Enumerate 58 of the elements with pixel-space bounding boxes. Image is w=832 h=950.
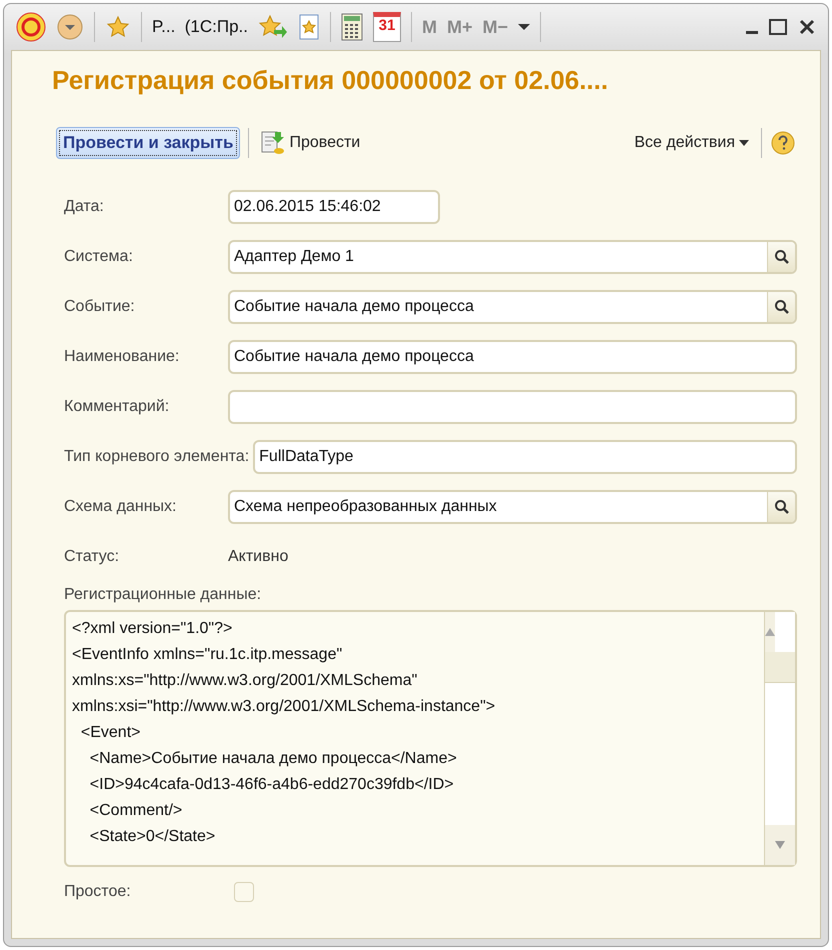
form-title: Регистрация события 000000002 от 02.06.... bbox=[52, 65, 610, 96]
search-button[interactable] bbox=[767, 242, 795, 272]
field-label: Простое: bbox=[64, 883, 132, 901]
calculator-icon[interactable] bbox=[341, 13, 363, 41]
field-label: Статус: bbox=[64, 548, 120, 566]
input-field[interactable]: Схема непреобразованных данных bbox=[228, 490, 797, 524]
code-line: xmlns:xs="http://www.w3.org/2001/XMLSchema" bbox=[72, 671, 418, 691]
field-label: Дата: bbox=[64, 198, 105, 216]
search-icon bbox=[774, 249, 790, 265]
menu-dropdown-button[interactable] bbox=[56, 13, 84, 41]
search-icon bbox=[774, 299, 790, 315]
caret-icon[interactable] bbox=[518, 23, 530, 31]
down-arrow-icon bbox=[775, 841, 785, 849]
close-button[interactable] bbox=[798, 18, 816, 36]
text-area[interactable] bbox=[64, 610, 797, 867]
input-field[interactable]: Событие начала демо процесса bbox=[228, 290, 797, 324]
post-button[interactable]: Провести bbox=[257, 126, 364, 160]
search-button[interactable] bbox=[767, 492, 795, 522]
logo-icon bbox=[16, 12, 46, 42]
input-field[interactable]: Адаптер Демо 1 bbox=[228, 240, 797, 274]
search-button[interactable] bbox=[767, 292, 795, 322]
code-line: <Name>Событие начала демо процесса</Name> bbox=[88, 749, 458, 769]
calendar-button[interactable]: 31 bbox=[373, 12, 401, 42]
field-label: Схема данных: bbox=[64, 498, 178, 516]
field-label: Регистрационные данные: bbox=[64, 586, 262, 604]
code-line: <EventInfo xmlns="ru.1c.itp.message" bbox=[72, 645, 344, 665]
input-field[interactable]: FullDataType bbox=[253, 440, 797, 474]
window-title: P... (1С:Пр.. bbox=[152, 17, 248, 37]
all-actions-menu[interactable]: Все действия bbox=[630, 130, 753, 156]
field-label: Комментарий: bbox=[64, 398, 170, 416]
code-line: <Event> bbox=[80, 723, 142, 743]
status-value: Активно bbox=[228, 548, 288, 566]
field-label: Событие: bbox=[64, 298, 136, 316]
code-line: <State>0</State> bbox=[88, 827, 216, 847]
code-line: <Comment/> bbox=[88, 801, 184, 821]
star-document-icon[interactable] bbox=[298, 14, 320, 40]
input-field[interactable] bbox=[228, 390, 797, 424]
input-field[interactable]: 02.06.2015 15:46:02 bbox=[228, 190, 440, 224]
code-line: xmlns:xsi="http://www.w3.org/2001/XMLSchema-instance"> bbox=[72, 697, 496, 717]
scroll-thumb[interactable] bbox=[765, 652, 795, 683]
star-arrow-icon[interactable] bbox=[258, 14, 288, 40]
checkbox[interactable] bbox=[234, 882, 254, 902]
maximize-button[interactable] bbox=[768, 18, 788, 36]
post-and-close-button[interactable]: Провести и закрыть bbox=[56, 127, 240, 159]
up-arrow-icon bbox=[765, 628, 775, 636]
document-post-icon bbox=[261, 130, 286, 156]
code-line: <?xml version="1.0"?> bbox=[72, 619, 234, 639]
favorites-star-icon[interactable] bbox=[105, 15, 131, 39]
search-icon bbox=[774, 499, 790, 515]
field-label: Система: bbox=[64, 248, 134, 266]
minimize-icon bbox=[746, 30, 758, 34]
help-button[interactable] bbox=[770, 130, 796, 156]
code-line: <ID>94c4cafa-0d13-46f6-a4b6-edd270c39fdb</ID> bbox=[88, 775, 455, 795]
field-label: Тип корневого элемента: bbox=[64, 448, 250, 466]
field-label: Наименование: bbox=[64, 348, 180, 366]
scrollbar[interactable] bbox=[764, 612, 795, 865]
caret-icon bbox=[739, 140, 749, 146]
input-field[interactable]: Событие начала демо процесса bbox=[228, 340, 797, 374]
